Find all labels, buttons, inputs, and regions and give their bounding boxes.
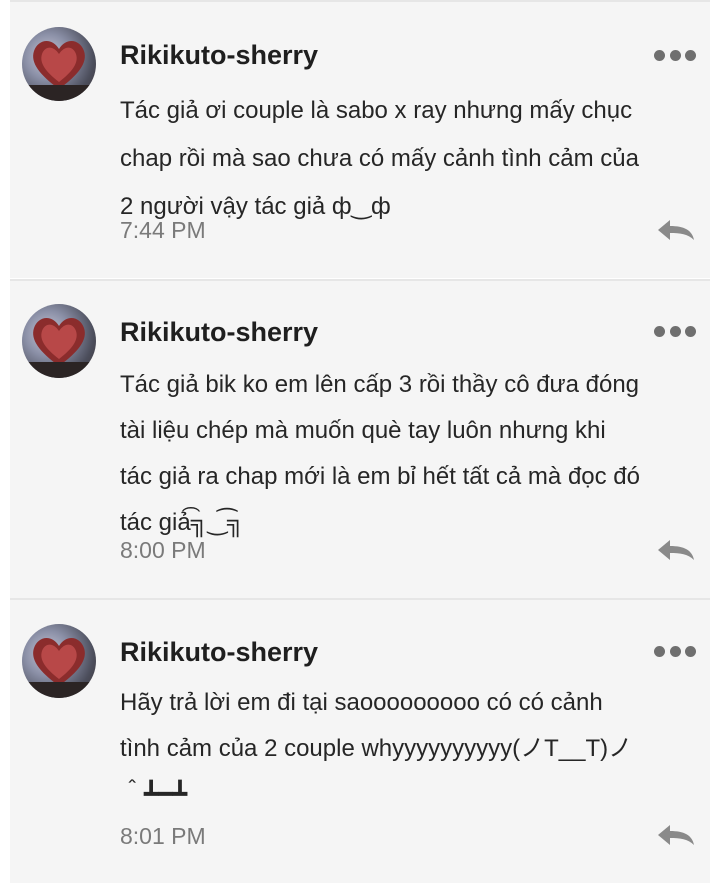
comment-username[interactable]: Rikikuto-sherry (120, 42, 318, 69)
comment-text: Tác giả ơi couple là sabo x ray nhưng mấ… (120, 97, 639, 220)
comment-timestamp: 7:44 PM (120, 217, 206, 243)
comment-text: Hãy trả lời em đi tại saooooooooo có có … (120, 689, 633, 808)
avatar[interactable] (22, 27, 96, 101)
reply-icon[interactable] (656, 538, 696, 562)
comment-timestamp: 8:00 PM (120, 537, 206, 563)
avatar[interactable] (22, 624, 96, 698)
more-options-icon[interactable] (654, 48, 696, 62)
reply-icon[interactable] (656, 823, 696, 847)
avatar[interactable] (22, 304, 96, 378)
comment-text: Tác giả bik ko em lên cấp 3 rồi thầy cô … (120, 371, 640, 536)
comment-timestamp: 8:01 PM (120, 823, 206, 849)
comment-username[interactable]: Rikikuto-sherry (120, 639, 318, 666)
more-options-icon[interactable] (654, 324, 696, 338)
more-options-icon[interactable] (654, 644, 696, 658)
comment-username[interactable]: Rikikuto-sherry (120, 319, 318, 346)
reply-icon[interactable] (656, 218, 696, 242)
divider (10, 0, 710, 2)
